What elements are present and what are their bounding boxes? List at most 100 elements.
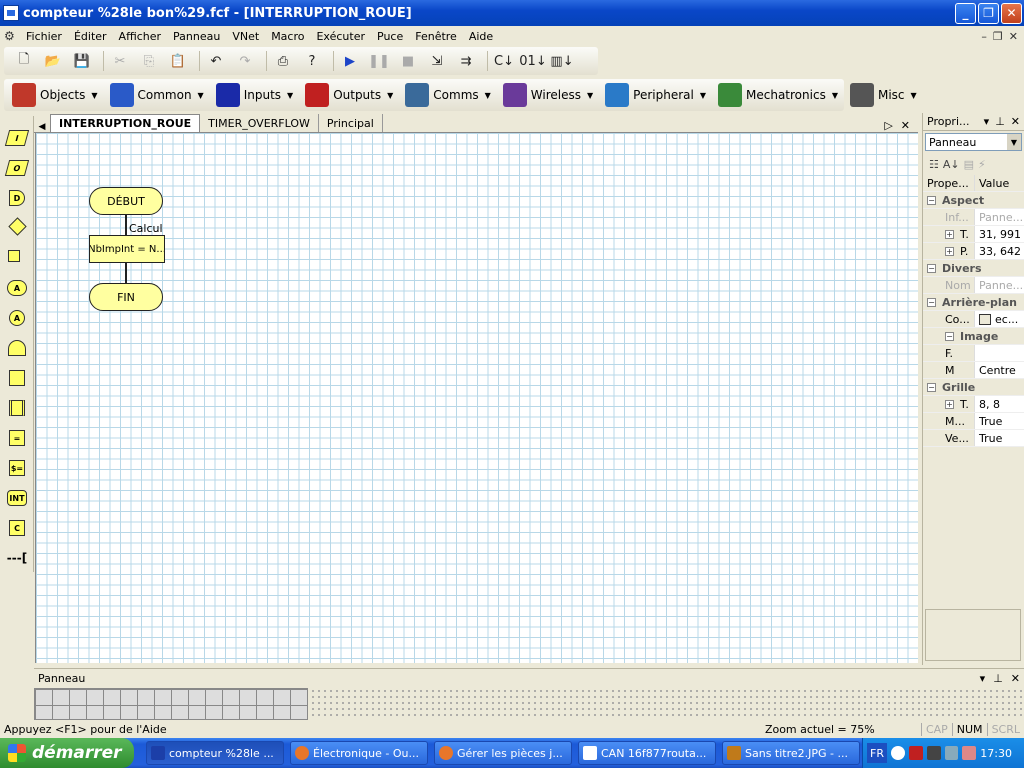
- language-indicator[interactable]: FR: [867, 743, 887, 763]
- mdi-restore-icon[interactable]: ❐: [993, 30, 1003, 43]
- string-manip-symbol[interactable]: $=: [9, 460, 25, 476]
- delay-symbol[interactable]: D: [9, 190, 25, 206]
- task-firefox-2[interactable]: Gérer les pièces j...: [434, 741, 572, 765]
- stop-icon[interactable]: ■: [396, 50, 420, 72]
- undo-icon[interactable]: ↶: [204, 50, 228, 72]
- input-symbol[interactable]: I: [4, 130, 30, 146]
- menu-vnet[interactable]: VNet: [226, 30, 265, 43]
- property-row[interactable]: + T. 8, 8: [923, 396, 1024, 413]
- component-macro-symbol[interactable]: A: [9, 310, 25, 326]
- tray-network-icon[interactable]: [944, 746, 959, 760]
- copy-icon[interactable]: ⎘: [137, 50, 161, 72]
- menu-afficher[interactable]: Afficher: [113, 30, 167, 43]
- inputs-menu[interactable]: Inputs ▼: [215, 83, 293, 107]
- task-flowcode[interactable]: compteur %28le ...: [146, 741, 284, 765]
- property-row[interactable]: + P. 33, 642: [923, 243, 1024, 260]
- outputs-menu[interactable]: Outputs ▼: [305, 83, 393, 107]
- comms-menu[interactable]: Comms ▼: [405, 83, 491, 107]
- tray-app-icon[interactable]: [926, 746, 941, 760]
- tab-principal[interactable]: Principal: [319, 114, 383, 132]
- panel-close-icon[interactable]: ✕: [1011, 672, 1020, 685]
- tab-scroll-left-icon[interactable]: ◀: [34, 122, 50, 132]
- compile-c-icon[interactable]: C↓: [492, 50, 516, 72]
- mdi-close-icon[interactable]: ✕: [1009, 30, 1018, 43]
- menu-aide[interactable]: Aide: [463, 30, 499, 43]
- tab-close-icon[interactable]: ✕: [901, 119, 910, 132]
- collapse-icon[interactable]: −: [927, 195, 936, 205]
- document-icon[interactable]: ⚙: [4, 29, 20, 43]
- redo-icon[interactable]: ↷: [233, 50, 257, 72]
- mdi-minimize-icon[interactable]: –: [981, 30, 987, 43]
- panel-menu-icon[interactable]: ▾: [980, 672, 986, 685]
- property-row[interactable]: F.: [923, 345, 1024, 362]
- misc-menu[interactable]: Misc ▼: [849, 83, 917, 107]
- property-category[interactable]: − Image: [923, 328, 1024, 345]
- task-firefox-1[interactable]: Électronique - Ou...: [290, 741, 428, 765]
- calculation-block[interactable]: NbImpInt = N...: [89, 235, 165, 263]
- menu-executer[interactable]: Exécuter: [310, 30, 371, 43]
- start-terminator[interactable]: DÉBUT: [89, 187, 163, 215]
- alphabetical-icon[interactable]: A↓: [943, 158, 960, 171]
- paste-icon[interactable]: 📋: [166, 50, 190, 72]
- menu-fenetre[interactable]: Fenêtre: [409, 30, 463, 43]
- menu-puce[interactable]: Puce: [371, 30, 409, 43]
- events-icon[interactable]: ⚡: [978, 158, 986, 171]
- mechatronics-menu[interactable]: Mechatronics ▼: [718, 83, 838, 107]
- collapse-icon[interactable]: −: [927, 263, 936, 273]
- new-icon[interactable]: 🗋: [12, 50, 36, 72]
- comment-symbol[interactable]: ---[: [4, 550, 30, 566]
- step-into-icon[interactable]: ⇲: [425, 50, 449, 72]
- tray-app-icon[interactable]: [962, 746, 977, 760]
- minimize-button[interactable]: _: [955, 2, 976, 24]
- object-selector[interactable]: Panneau ▼: [925, 133, 1022, 151]
- property-category[interactable]: − Divers: [923, 260, 1024, 277]
- print-icon[interactable]: ⎙: [271, 50, 295, 72]
- property-pages-icon[interactable]: ▤: [964, 158, 974, 171]
- c-code-symbol[interactable]: C: [9, 520, 25, 536]
- tray-app-icon[interactable]: [908, 746, 923, 760]
- panel-grid-area[interactable]: [34, 688, 308, 720]
- restore-button[interactable]: ❐: [978, 2, 999, 24]
- code-symbol[interactable]: [9, 400, 25, 416]
- property-row[interactable]: Co... ec...: [923, 311, 1024, 328]
- collapse-icon[interactable]: −: [945, 331, 954, 341]
- close-button[interactable]: ✕: [1001, 2, 1022, 24]
- property-category[interactable]: − Aspect: [923, 192, 1024, 209]
- categorized-icon[interactable]: ☷: [929, 158, 939, 171]
- run-icon[interactable]: ▶: [338, 50, 362, 72]
- property-category[interactable]: − Arrière-plan: [923, 294, 1024, 311]
- task-paint[interactable]: Sans titre2.JPG - ...: [722, 741, 860, 765]
- loop-symbol[interactable]: [8, 250, 20, 262]
- property-category[interactable]: − Grille: [923, 379, 1024, 396]
- pause-icon[interactable]: ❚❚: [367, 50, 391, 72]
- peripheral-menu[interactable]: Peripheral ▼: [605, 83, 706, 107]
- property-row[interactable]: Inf... Panne...: [923, 209, 1024, 226]
- chevron-down-icon[interactable]: ▼: [1007, 134, 1021, 150]
- property-row[interactable]: + T. 31, 991: [923, 226, 1024, 243]
- panel-close-icon[interactable]: ✕: [1011, 115, 1020, 128]
- property-row[interactable]: M... True: [923, 413, 1024, 430]
- expand-icon[interactable]: +: [945, 229, 954, 239]
- menu-panneau[interactable]: Panneau: [167, 30, 226, 43]
- tab-interruption-roue[interactable]: INTERRUPTION_ROUE: [50, 114, 201, 132]
- save-icon[interactable]: 💾: [70, 50, 94, 72]
- common-menu[interactable]: Common ▼: [109, 83, 204, 107]
- end-terminator[interactable]: FIN: [89, 283, 163, 311]
- collapse-icon[interactable]: −: [927, 297, 936, 307]
- tab-scroll-right-icon[interactable]: ▷: [884, 119, 892, 132]
- compile-chip-icon[interactable]: ▥↓: [550, 50, 574, 72]
- calculation-symbol[interactable]: [9, 370, 25, 386]
- objects-menu[interactable]: Objects ▼: [12, 83, 98, 107]
- output-symbol[interactable]: O: [4, 160, 30, 176]
- menu-macro[interactable]: Macro: [265, 30, 310, 43]
- start-button[interactable]: démarrer: [0, 738, 134, 768]
- open-icon[interactable]: 📂: [41, 50, 65, 72]
- task-isis[interactable]: CAN 16f877routa...: [578, 741, 716, 765]
- cut-icon[interactable]: ✂: [108, 50, 132, 72]
- collapse-icon[interactable]: −: [927, 382, 936, 392]
- interrupt-int-symbol[interactable]: INT: [7, 490, 27, 506]
- interrupt-symbol[interactable]: [8, 340, 26, 356]
- panel-menu-icon[interactable]: ▾: [984, 115, 990, 128]
- expand-icon[interactable]: +: [945, 246, 954, 256]
- tray-arrow-icon[interactable]: [890, 746, 905, 760]
